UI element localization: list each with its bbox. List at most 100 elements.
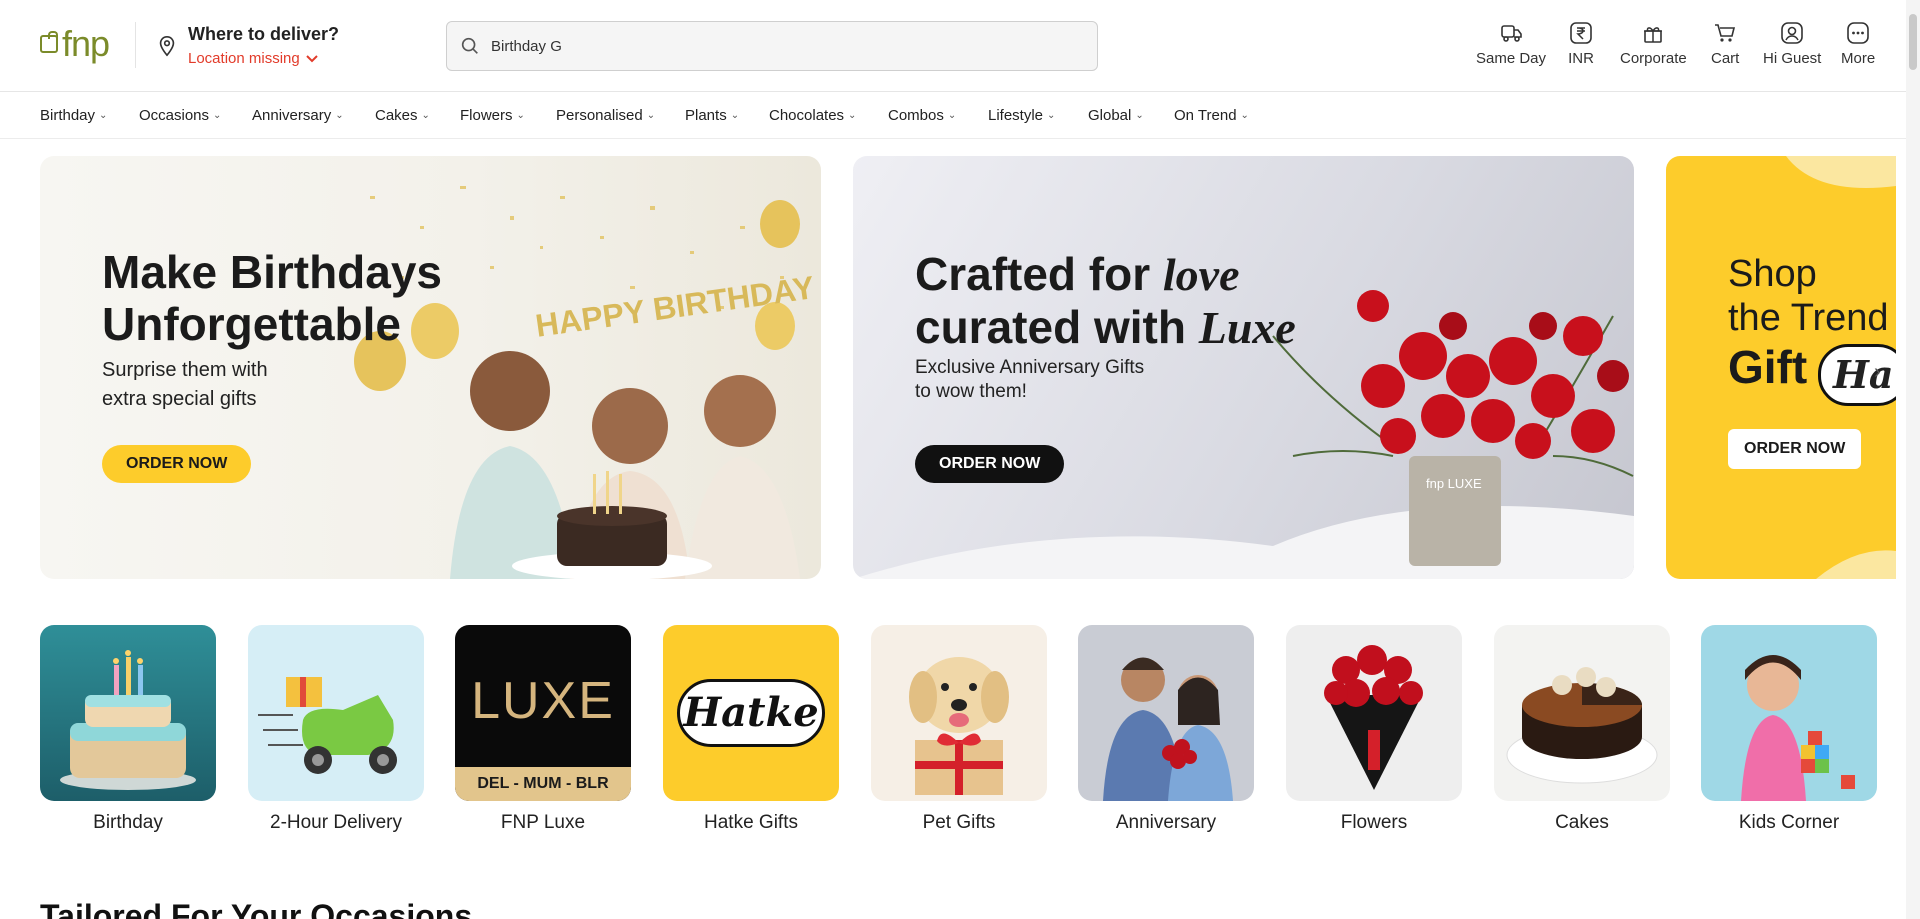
page-scrollbar[interactable] — [1906, 0, 1920, 919]
hatke-badge: Ha — [1818, 344, 1896, 406]
chevron-down-icon: ⌄ — [213, 110, 222, 121]
tile-hatke-gifts[interactable]: Hatke Hatke Gifts — [663, 625, 839, 834]
order-now-button[interactable]: ORDER NOW — [915, 445, 1065, 483]
same-day-button[interactable]: Same Day — [1476, 20, 1546, 67]
tile-cakes[interactable]: Cakes — [1494, 625, 1670, 834]
puppy-image — [871, 625, 1047, 801]
menu-occasions[interactable]: Occasions ⌄ — [139, 107, 221, 124]
carousel-next-icon[interactable]: › — [1874, 361, 1881, 384]
menu-birthday[interactable]: Birthday ⌄ — [40, 107, 107, 124]
banner-subtitle-line: to wow them! — [915, 381, 1027, 402]
bouquet-art — [1324, 645, 1423, 790]
birthday-banner[interactable]: HAPPY BIRTHDAY Make Birthdays Unforgetta… — [40, 156, 821, 579]
location-pin-icon[interactable] — [156, 34, 178, 58]
menu-label: Plants — [685, 107, 727, 124]
luxe-logo-image: LUXE DEL - MUM - BLR — [455, 625, 631, 801]
more-button[interactable]: More — [1841, 20, 1875, 67]
tile-flowers[interactable]: Flowers — [1286, 625, 1462, 834]
birthday-cake-image — [40, 625, 216, 801]
currency-button[interactable]: INR — [1568, 20, 1594, 67]
banner-subtitle-line: Surprise them with — [102, 359, 268, 381]
category-menu: Birthday ⌄ Occasions ⌄ Anniversary ⌄ Cakes ⌄… — [0, 93, 1920, 139]
tile-pet-gifts[interactable]: Pet Gifts — [871, 625, 1047, 834]
corporate-button[interactable]: Corporate — [1620, 20, 1687, 67]
couple-image — [1078, 625, 1254, 801]
cart-button[interactable]: Cart — [1711, 20, 1739, 67]
chocolate-cake-art — [1506, 667, 1658, 784]
trend-banner[interactable]: Shop the Trend Gift Ha › ORDER NOW — [1666, 156, 1896, 579]
menu-label: Global — [1088, 107, 1132, 124]
tile-kids-corner[interactable]: Kids Corner — [1701, 625, 1877, 834]
tile-label: 2-Hour Delivery — [270, 812, 402, 833]
menu-plants[interactable]: Plants ⌄ — [685, 107, 739, 124]
chevron-down-icon: ⌄ — [646, 110, 656, 121]
anniversary-banner[interactable]: fnp LUXE Crafted for love curated with L… — [853, 156, 1634, 579]
chevron-down-icon: ⌄ — [1047, 110, 1056, 121]
banner-subtitle: Exclusive Anniversary Gifts to wow them! — [915, 356, 1144, 404]
tile-label: Kids Corner — [1738, 812, 1840, 833]
scrollbar-thumb[interactable] — [1909, 14, 1917, 70]
cart-label: Cart — [1711, 50, 1740, 67]
banner-title-line: Make Birthdays — [102, 246, 443, 298]
banner-title-line: Shop — [1728, 253, 1817, 295]
menu-label: On Trend — [1174, 107, 1237, 124]
banner-title-line: Crafted for love — [915, 248, 1296, 301]
menu-label: Anniversary — [252, 107, 332, 124]
menu-flowers[interactable]: Flowers ⌄ — [460, 107, 525, 124]
tile-birthday[interactable]: Birthday — [40, 625, 216, 834]
menu-chocolates[interactable]: Chocolates ⌄ — [769, 107, 856, 124]
chevron-down-icon: ⌄ — [516, 110, 525, 121]
gift-box-icon — [40, 31, 58, 53]
tile-label: Flowers — [1340, 812, 1408, 833]
title-italic-luxe: Luxe — [1198, 302, 1296, 353]
order-now-button[interactable]: ORDER NOW — [102, 445, 252, 483]
kid-art — [1741, 655, 1855, 801]
banner-title-line: curated with Luxe — [915, 301, 1296, 354]
menu-anniversary[interactable]: Anniversary ⌄ — [252, 107, 344, 124]
tile-anniversary[interactable]: Anniversary — [1078, 625, 1254, 834]
menu-label: Personalised — [556, 107, 643, 124]
menu-on-trend[interactable]: On Trend ⌄ — [1174, 107, 1249, 124]
chevron-down-icon: ⌄ — [848, 110, 857, 121]
rupee-icon — [1570, 22, 1592, 44]
banner-title-line: Unforgettable — [102, 298, 401, 350]
menu-personalised[interactable]: Personalised ⌄ — [556, 107, 655, 124]
tile-2-hour-delivery[interactable]: 2-Hour Delivery — [248, 625, 424, 834]
chevron-down-icon: ⌄ — [1240, 110, 1249, 121]
banner-subtitle-line: Exclusive Anniversary Gifts — [915, 357, 1145, 378]
banner-subtitle-line: extra special gifts — [102, 388, 257, 410]
menu-label: Cakes — [375, 107, 418, 124]
cart-icon — [1715, 24, 1736, 42]
gift-group-icon — [1644, 27, 1663, 43]
menu-combos[interactable]: Combos ⌄ — [888, 107, 956, 124]
user-icon — [1781, 22, 1803, 44]
hatke-logo-image: Hatke — [663, 625, 839, 801]
more-label: More — [1841, 50, 1876, 67]
scooter-art — [258, 677, 397, 774]
tile-fnp-luxe[interactable]: LUXE DEL - MUM - BLR FNP Luxe — [455, 625, 631, 834]
luxe-logo-text: LUXE — [471, 672, 615, 730]
delivery-location-title[interactable]: Where to deliver? — [188, 24, 339, 45]
luxe-cities: DEL - MUM - BLR — [455, 767, 631, 801]
search-input[interactable] — [491, 37, 1071, 55]
scooter-image — [248, 625, 424, 801]
location-status[interactable]: Location missing — [188, 50, 318, 67]
account-label: Hi Guest — [1763, 50, 1822, 67]
account-button[interactable]: Hi Guest — [1763, 20, 1821, 67]
banner-title: Crafted for love curated with Luxe — [915, 248, 1296, 354]
menu-cakes[interactable]: Cakes ⌄ — [375, 107, 430, 124]
menu-global[interactable]: Global ⌄ — [1088, 107, 1144, 124]
corporate-label: Corporate — [1620, 50, 1687, 67]
search-bar[interactable] — [446, 21, 1098, 71]
bouquet-image — [1286, 625, 1462, 801]
same-day-label: Same Day — [1476, 50, 1547, 67]
chevron-down-icon: ⌄ — [947, 110, 957, 121]
fnp-logo[interactable]: fnp — [40, 26, 110, 62]
order-now-button[interactable]: ORDER NOW — [1728, 429, 1862, 469]
kid-image — [1701, 625, 1877, 801]
birthday-cake-art — [60, 650, 196, 790]
tile-label: Cakes — [1555, 812, 1609, 833]
more-icon — [1847, 22, 1869, 44]
hatke-logo-text: Hatke — [677, 679, 825, 747]
menu-lifestyle[interactable]: Lifestyle ⌄ — [988, 107, 1055, 124]
